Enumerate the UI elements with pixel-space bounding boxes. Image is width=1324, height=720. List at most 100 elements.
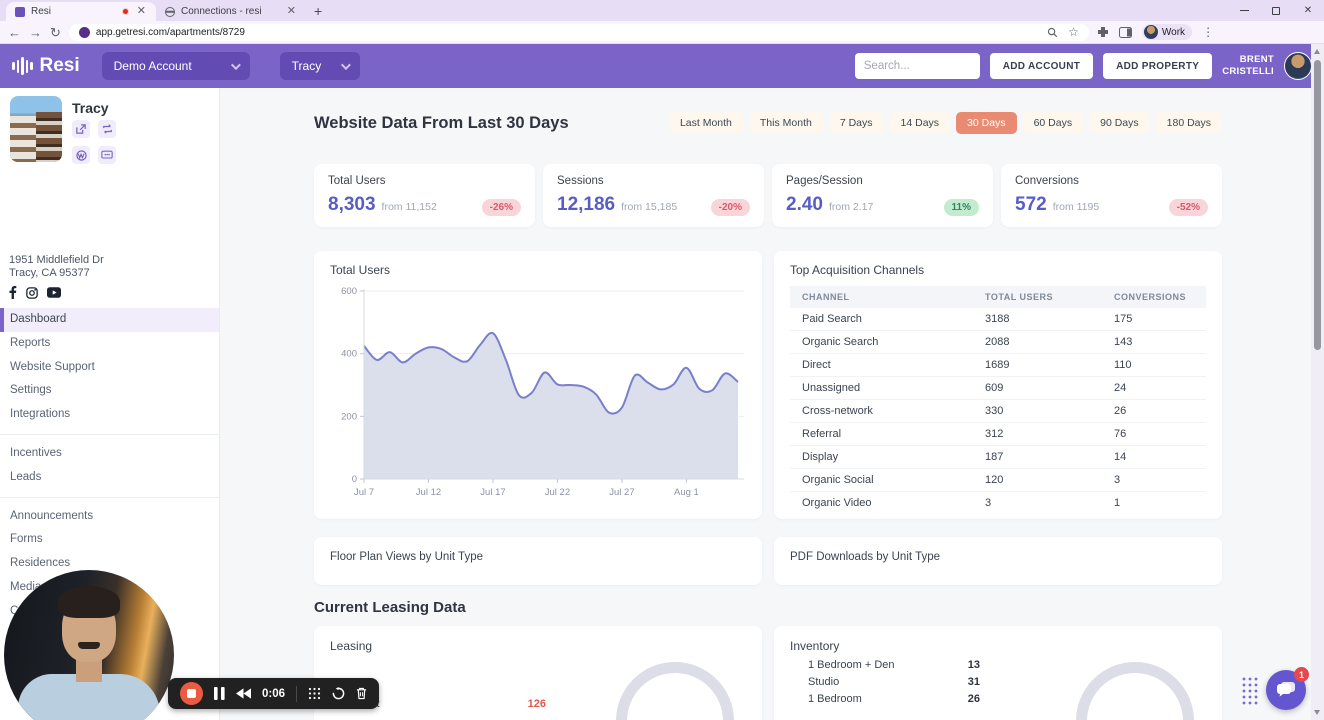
search-input[interactable] <box>854 53 980 79</box>
page-url: app.getresi.com/apartments/8729 <box>95 26 245 38</box>
tab-close-icon[interactable]: ✕ <box>285 5 298 18</box>
range-30-days[interactable]: 30 Days <box>956 112 1017 134</box>
sidebar-item-website-support[interactable]: Website Support <box>0 356 219 380</box>
tab-close-icon[interactable]: ✕ <box>135 5 148 18</box>
sync-button[interactable] <box>98 120 116 138</box>
recording-toolbar: 0:06 <box>168 678 380 709</box>
minimize-button[interactable] <box>1228 0 1260 21</box>
sidebar-item-dashboard[interactable]: Dashboard <box>0 308 219 332</box>
new-tab-button[interactable]: + <box>306 3 330 21</box>
stat-label: Conversions <box>1015 175 1079 187</box>
resi-logo: Resi <box>12 55 80 77</box>
website-icon <box>101 150 113 159</box>
browser-tab-connections[interactable]: Connections - resi ✕ <box>156 2 306 21</box>
reload-icon[interactable]: ↻ <box>50 26 61 39</box>
time-range-selector: Last Month This Month 7 Days 14 Days 30 … <box>668 112 1222 134</box>
sidebar-item-reports[interactable]: Reports <box>0 332 219 356</box>
external-link-icon <box>76 124 86 134</box>
bookmark-star-icon[interactable]: ☆ <box>1068 25 1079 39</box>
user-avatar[interactable] <box>1284 52 1312 80</box>
scroll-down-icon[interactable] <box>1314 710 1320 715</box>
stat-label: Pages/Session <box>786 175 863 187</box>
scrollbar-thumb[interactable] <box>1314 60 1321 350</box>
scroll-up-icon[interactable] <box>1314 49 1320 54</box>
youtube-icon[interactable] <box>47 287 61 298</box>
range-last-month[interactable]: Last Month <box>668 112 743 134</box>
add-account-button[interactable]: ADD ACCOUNT <box>989 53 1094 79</box>
account-dropdown[interactable]: Demo Account <box>101 52 250 80</box>
blur-grid-icon[interactable] <box>308 687 321 700</box>
pdf-downloads-card: PDF Downloads by Unit Type <box>774 537 1222 585</box>
app-header: Resi Demo Account Tracy ADD ACCOUNT ADD … <box>0 44 1324 88</box>
trash-icon[interactable] <box>356 687 367 700</box>
stat-previous: from 2.17 <box>828 201 874 213</box>
leasing-gauge: 1% <box>616 662 734 720</box>
user-name: BRENT CRISTELLI <box>1222 54 1274 77</box>
inventory-row: 1 Bedroom 26 <box>808 693 980 705</box>
restart-icon[interactable] <box>332 687 345 700</box>
website-button[interactable] <box>98 146 116 164</box>
window-controls: ✕ <box>1228 0 1324 21</box>
maximize-button[interactable] <box>1260 0 1292 21</box>
table-row: Referral 312 76 <box>790 422 1206 446</box>
card-title: Inventory <box>790 639 840 653</box>
sidebar-property-name: Tracy <box>72 100 109 116</box>
instagram-icon[interactable] <box>26 286 38 299</box>
add-property-button[interactable]: ADD PROPERTY <box>1103 53 1213 79</box>
inventory-card: Inventory 1 Bedroom + Den 13 Studio 31 1 B… <box>774 626 1222 720</box>
back-icon[interactable]: ← <box>8 26 21 39</box>
browser-menu-icon[interactable]: ⋮ <box>1202 25 1214 39</box>
external-link-button[interactable] <box>72 120 90 138</box>
zoom-icon[interactable] <box>1047 27 1058 38</box>
property-dropdown-value: Tracy <box>291 59 322 73</box>
range-60-days[interactable]: 60 Days <box>1022 112 1084 134</box>
facebook-icon[interactable] <box>9 286 17 299</box>
sidebar-item-settings[interactable]: Settings <box>0 379 219 403</box>
application-window: Resi ✕ Connections - resi ✕ + ✕ ← → ↻ ap… <box>0 0 1324 720</box>
browser-profile-chip[interactable]: Work <box>1141 24 1193 40</box>
range-90-days[interactable]: 90 Days <box>1089 112 1150 134</box>
profile-avatar <box>1143 25 1158 39</box>
sidebar-item-forms[interactable]: Forms <box>0 528 219 552</box>
browser-tab-resi[interactable]: Resi ✕ <box>6 2 156 21</box>
svg-text:Jul 27: Jul 27 <box>609 487 634 498</box>
svg-text:Jul 7: Jul 7 <box>354 487 374 498</box>
stat-card-total-users: Total Users 8,303 from 11,152 -26% <box>314 164 535 227</box>
chat-drag-handle[interactable] <box>1241 676 1258 705</box>
stop-recording-button[interactable] <box>180 682 203 705</box>
wordpress-button[interactable] <box>72 146 90 164</box>
sidebar-item-incentives[interactable]: Incentives <box>0 442 219 466</box>
table-row: Paid Search 3188 175 <box>790 308 1206 331</box>
extensions-icon[interactable] <box>1097 26 1109 38</box>
chevron-down-icon <box>230 59 241 70</box>
property-dropdown[interactable]: Tracy <box>279 52 360 80</box>
pause-icon[interactable] <box>214 687 225 700</box>
page-scrollbar[interactable] <box>1311 44 1324 720</box>
sidebar-item-announcements[interactable]: Announcements <box>0 505 219 529</box>
stat-change-badge: -26% <box>481 199 521 216</box>
stat-card-sessions: Sessions 12,186 from 15,185 -20% <box>543 164 764 227</box>
chat-widget-button[interactable]: 1 <box>1266 667 1309 710</box>
chat-icon <box>1277 682 1295 697</box>
divider <box>296 685 298 702</box>
card-title: PDF Downloads by Unit Type <box>790 551 940 563</box>
side-panel-icon[interactable] <box>1118 26 1132 38</box>
address-bar[interactable]: app.getresi.com/apartments/8729 ☆ <box>68 23 1089 41</box>
table-row: Organic Social 120 3 <box>790 468 1206 492</box>
leasing-card: Leasing Vacant 126 1% <box>314 626 762 720</box>
tab-title: Connections - resi <box>181 6 262 17</box>
range-this-month[interactable]: This Month <box>748 112 823 134</box>
globe-favicon-icon <box>165 6 175 17</box>
range-14-days[interactable]: 14 Days <box>889 112 951 134</box>
property-address: 1951 Middlefield Dr Tracy, CA 95377 <box>9 254 104 280</box>
range-7-days[interactable]: 7 Days <box>828 112 884 134</box>
sidebar-item-leads[interactable]: Leads <box>0 466 219 490</box>
rewind-icon[interactable] <box>236 688 251 699</box>
resi-favicon-icon <box>15 6 25 17</box>
range-180-days[interactable]: 180 Days <box>1155 112 1222 134</box>
close-window-button[interactable]: ✕ <box>1292 0 1324 21</box>
sidebar-item-integrations[interactable]: Integrations <box>0 403 219 427</box>
forward-icon[interactable]: → <box>29 26 42 39</box>
stat-change-badge: -52% <box>1168 199 1208 216</box>
column-header: CONVERSIONS <box>1101 286 1206 308</box>
